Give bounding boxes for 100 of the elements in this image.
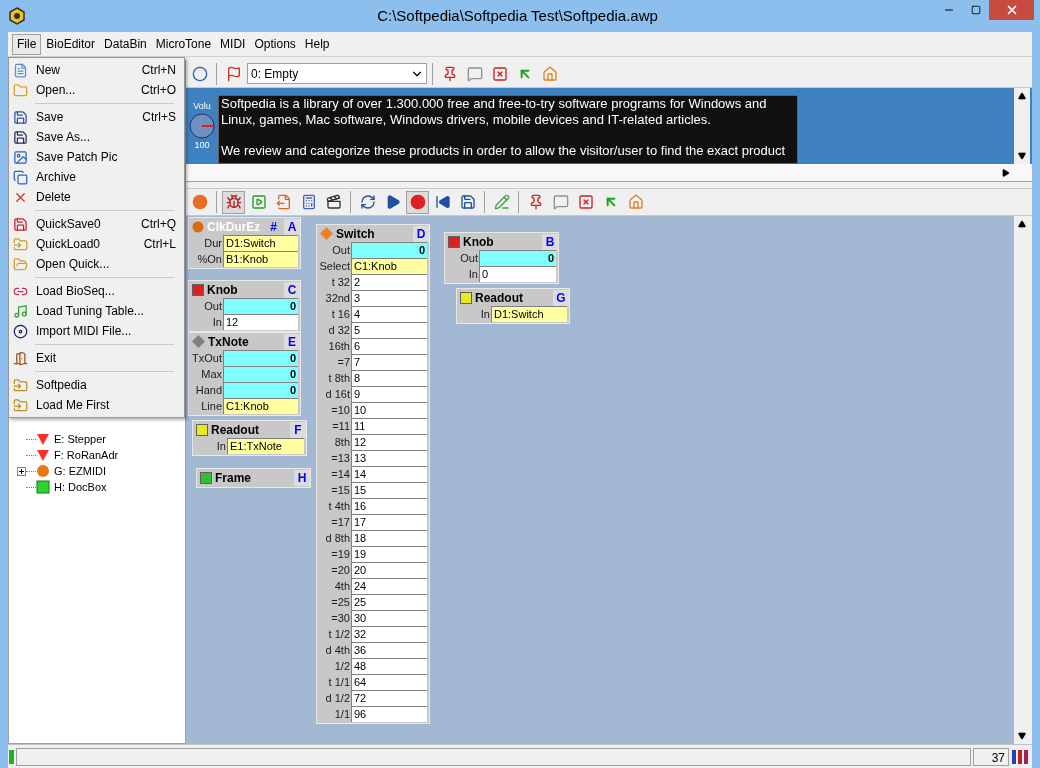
menu-option[interactable]: Load Me First [9,395,184,415]
horizontal-scrollbar[interactable] [186,164,1032,182]
menu-option[interactable]: QuickSave0 Ctrl+Q [9,214,184,234]
menu-option[interactable]: Save Ctrl+S [9,107,184,127]
diamond-icon [192,335,205,348]
port-field[interactable]: 13 [351,450,427,466]
square-icon [200,471,212,484]
port-field[interactable]: 18 [351,530,427,546]
menu-option[interactable]: Load Tuning Table... [9,301,184,321]
menu-option[interactable]: Import MIDI File... [9,321,184,341]
port-field[interactable]: 25 [351,594,427,610]
menu-option[interactable]: New Ctrl+N [9,60,184,80]
close-button[interactable] [989,0,1034,20]
scroll-up-icon[interactable] [1018,220,1026,228]
module-card[interactable]: Frame H [196,468,311,488]
menu-option[interactable]: Delete [9,187,184,207]
menu-option[interactable]: Softpedia [9,375,184,395]
patch-select[interactable]: 0: Empty [247,63,427,84]
color-bars-icon [1011,748,1031,765]
module-card[interactable]: Knob C Out 0 In 12 [188,280,301,332]
expand-toggle[interactable] [17,466,26,476]
menu-option[interactable]: Save As... [9,127,184,147]
port-field[interactable]: 7 [351,354,427,370]
scroll-right-icon[interactable] [1002,168,1010,177]
port-field[interactable]: 16 [351,498,427,514]
port-field[interactable]: E1:TxNote [227,438,304,454]
port-field[interactable]: 4 [351,306,427,322]
menu-item[interactable]: Help [300,33,334,55]
port-field[interactable]: 3 [351,290,427,306]
port-field[interactable]: D1:Switch [491,306,567,322]
scroll-down-icon[interactable] [1018,732,1026,740]
port-field[interactable]: 17 [351,514,427,530]
menu-option[interactable]: Open... Ctrl+O [9,80,184,100]
port-field[interactable]: 48 [351,658,427,674]
port-field[interactable]: 12 [351,434,427,450]
port-label: 8th [333,435,351,450]
port-label: Max [200,367,223,382]
menu-item[interactable]: File [12,33,42,55]
port-field[interactable]: 5 [351,322,427,338]
menu-item[interactable]: MIDI [216,33,250,55]
port-field[interactable]: 6 [351,338,427,354]
port-field[interactable]: 24 [351,578,427,594]
folder-icon [13,82,28,98]
vertical-scrollbar[interactable] [1014,88,1030,164]
port-field[interactable]: 11 [351,418,427,434]
port-field[interactable]: 2 [351,274,427,290]
port-field[interactable]: 14 [351,466,427,482]
port-field[interactable]: 0 [479,250,556,266]
module-card[interactable]: Knob B Out 0 In 0 [444,232,559,284]
port-field[interactable]: 10 [351,402,427,418]
module-card[interactable]: Readout F In E1:TxNote [192,420,307,456]
menu-option[interactable]: Save Patch Pic [9,147,184,167]
volume-knob[interactable] [189,113,215,139]
port-field[interactable]: 32 [351,626,427,642]
tree-item[interactable]: F: RoRanAdr [54,446,119,464]
port-field[interactable]: C1:Knob [223,398,298,414]
port-field[interactable]: C1:Knob [351,258,427,274]
port-field[interactable]: 0 [223,382,298,398]
port-field[interactable]: 30 [351,610,427,626]
port-field[interactable]: 96 [351,706,427,722]
port-field[interactable]: 0 [479,266,556,282]
menu-item[interactable]: MicroTone [151,33,216,55]
port-label: =20 [330,563,351,578]
menu-item[interactable]: BioEditor [42,33,100,55]
port-field[interactable]: 72 [351,690,427,706]
port-label: In [215,439,227,454]
menu-option[interactable]: Archive [9,167,184,187]
port-field[interactable]: 0 [223,350,298,366]
menu-option[interactable]: Open Quick... [9,254,184,274]
port-field[interactable]: 36 [351,642,427,658]
port-field[interactable]: D1:Switch [223,235,298,251]
module-card[interactable] [316,224,430,724]
menu-option[interactable]: QuickLoad0 Ctrl+L [9,234,184,254]
tree-item[interactable]: H: DocBox [54,478,107,496]
port-field[interactable]: 0 [351,242,427,258]
port-field[interactable]: 0 [223,298,298,314]
port-field[interactable]: 15 [351,482,427,498]
module-card[interactable]: Readout G In D1:Switch [456,288,570,324]
bug-icon[interactable] [222,190,245,214]
port-field[interactable]: 19 [351,546,427,562]
port-label: t 32 [330,275,351,290]
module-card[interactable]: TxNote E TxOut 0 Max 0 Hand 0 Line C1:Knob [188,332,301,416]
port-field[interactable]: 0 [223,366,298,382]
port-label: d 32 [327,323,351,338]
menu-option[interactable]: Exit [9,348,184,368]
record-icon[interactable] [406,190,429,214]
tree-item[interactable]: G: EZMIDI [54,462,106,480]
port-field[interactable]: B1:Knob [223,251,298,267]
port-field[interactable]: 9 [351,386,427,402]
port-field[interactable]: 64 [351,674,427,690]
scroll-down-icon[interactable] [1018,152,1026,160]
port-field[interactable]: 12 [223,314,298,330]
scroll-up-icon[interactable] [1018,92,1026,100]
tree-item[interactable]: E: Stepper [54,430,106,448]
port-field[interactable]: 20 [351,562,427,578]
port-field[interactable]: 8 [351,370,427,386]
menu-option[interactable]: Load BioSeq... [9,281,184,301]
menu-item[interactable]: Options [250,33,300,55]
port-label: In [211,315,223,330]
menu-item[interactable]: DataBin [100,33,151,55]
